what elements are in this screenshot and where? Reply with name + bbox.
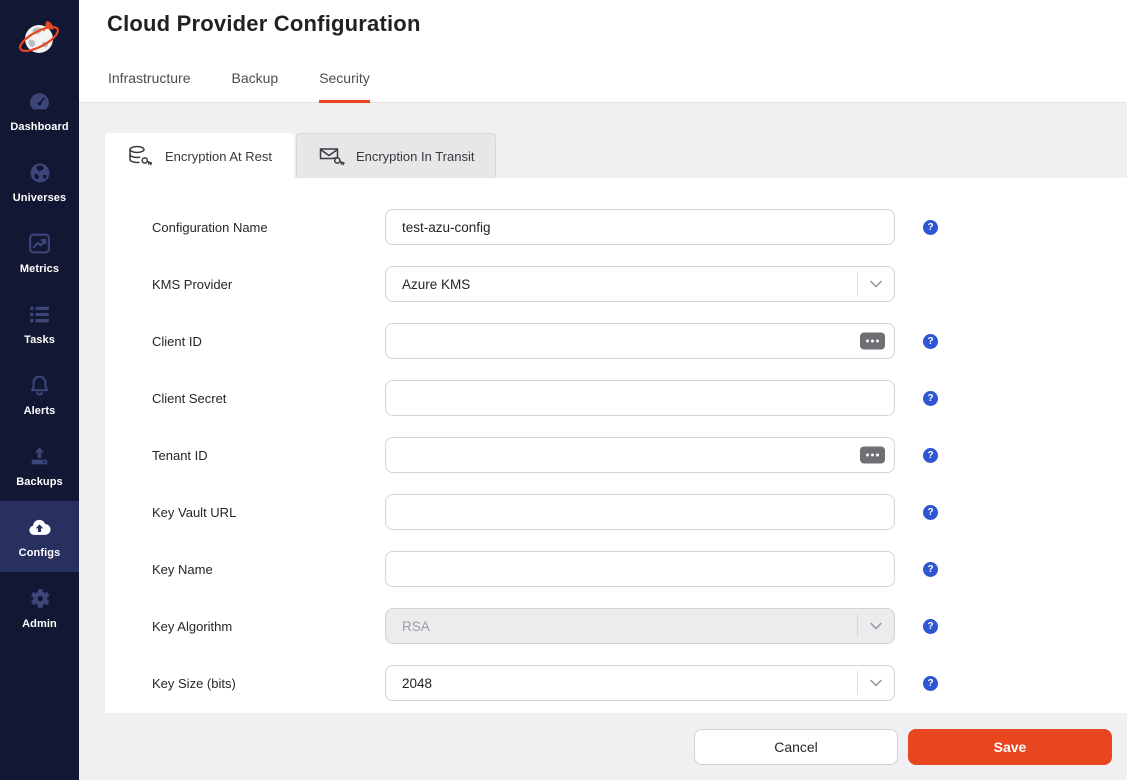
- subtab-encryption-at-rest[interactable]: Encryption At Rest: [105, 133, 294, 178]
- page-header: Cloud Provider Configuration Infrastruct…: [79, 0, 1127, 103]
- credentials-autofill-icon[interactable]: [860, 333, 885, 350]
- sidebar-item-configs[interactable]: Configs: [0, 501, 79, 572]
- form-footer: Cancel Save: [79, 713, 1127, 780]
- dashboard-gauge-icon: [27, 89, 52, 115]
- key-size-value: 2048: [402, 676, 857, 691]
- help-icon[interactable]: ?: [923, 220, 938, 235]
- key-algorithm-select: RSA: [385, 608, 895, 644]
- subtab-label: Encryption At Rest: [165, 149, 272, 164]
- field-label: Key Size (bits): [152, 676, 385, 691]
- page-title: Cloud Provider Configuration: [107, 11, 421, 37]
- alerts-bell-icon: [27, 373, 52, 399]
- chevron-down-icon: [858, 280, 894, 288]
- content-area: Encryption At Rest Encryption In Transit…: [79, 103, 1127, 713]
- kms-provider-select[interactable]: Azure KMS: [385, 266, 895, 302]
- sidebar-item-universes[interactable]: Universes: [0, 146, 79, 217]
- backups-upload-icon: [27, 444, 52, 470]
- universes-globe-icon: [28, 160, 52, 186]
- sidebar-item-label: Dashboard: [10, 121, 68, 133]
- sidebar-item-label: Tasks: [24, 334, 55, 346]
- sidebar-item-label: Universes: [13, 192, 67, 204]
- form-row-key-name: Key Name ?: [152, 551, 1127, 587]
- help-icon[interactable]: ?: [923, 562, 938, 577]
- sidebar-item-alerts[interactable]: Alerts: [0, 359, 79, 430]
- form-row-configuration-name: Configuration Name ?: [152, 209, 1127, 245]
- tab-backup[interactable]: Backup: [231, 70, 278, 103]
- metrics-chart-icon: [27, 231, 52, 257]
- subtab-label: Encryption In Transit: [356, 149, 475, 164]
- key-algorithm-value: RSA: [402, 619, 857, 634]
- field-label: Configuration Name: [152, 220, 385, 235]
- tab-infrastructure[interactable]: Infrastructure: [108, 70, 190, 103]
- sidebar-item-label: Alerts: [24, 405, 56, 417]
- chevron-down-icon: [858, 679, 894, 687]
- sidebar-item-label: Admin: [22, 618, 57, 630]
- help-icon[interactable]: ?: [923, 619, 938, 634]
- tenant-id-input[interactable]: [385, 437, 895, 473]
- help-icon[interactable]: ?: [923, 391, 938, 406]
- field-label: Client Secret: [152, 391, 385, 406]
- database-key-icon: [127, 144, 155, 168]
- key-name-input[interactable]: [385, 551, 895, 587]
- configuration-name-input[interactable]: [385, 209, 895, 245]
- field-label: Key Vault URL: [152, 505, 385, 520]
- credentials-autofill-icon[interactable]: [860, 447, 885, 464]
- sidebar-item-dashboard[interactable]: Dashboard: [0, 75, 79, 146]
- tab-security[interactable]: Security: [319, 70, 370, 103]
- form-row-client-id: Client ID ?: [152, 323, 1127, 359]
- save-button[interactable]: Save: [908, 729, 1112, 765]
- form-row-kms-provider: KMS Provider Azure KMS: [152, 266, 1127, 302]
- field-label: KMS Provider: [152, 277, 385, 292]
- help-icon[interactable]: ?: [923, 505, 938, 520]
- form-row-tenant-id: Tenant ID ?: [152, 437, 1127, 473]
- sidebar-item-backups[interactable]: Backups: [0, 430, 79, 501]
- configs-cloud-icon: [26, 515, 53, 541]
- help-icon[interactable]: ?: [923, 448, 938, 463]
- form-row-key-size: Key Size (bits) 2048 ?: [152, 665, 1127, 701]
- form-row-client-secret: Client Secret ?: [152, 380, 1127, 416]
- chevron-down-icon: [858, 622, 894, 630]
- sidebar-item-label: Metrics: [20, 263, 59, 275]
- encryption-at-rest-panel: Configuration Name ? KMS Provider Azure …: [105, 178, 1127, 713]
- sidebar-item-label: Configs: [19, 547, 61, 559]
- main-area: Cloud Provider Configuration Infrastruct…: [79, 0, 1127, 780]
- field-label: Key Algorithm: [152, 619, 385, 634]
- envelope-key-icon: [318, 144, 346, 168]
- kms-provider-value: Azure KMS: [402, 277, 857, 292]
- sidebar-item-tasks[interactable]: Tasks: [0, 288, 79, 359]
- admin-gear-icon: [27, 586, 52, 612]
- key-size-select[interactable]: 2048: [385, 665, 895, 701]
- sidebar-item-label: Backups: [16, 476, 63, 488]
- help-icon[interactable]: ?: [923, 334, 938, 349]
- encryption-subtabs: Encryption At Rest Encryption In Transit: [105, 133, 1127, 178]
- field-label: Tenant ID: [152, 448, 385, 463]
- field-label: Client ID: [152, 334, 385, 349]
- yugabyte-logo[interactable]: [0, 0, 79, 75]
- sidebar-item-admin[interactable]: Admin: [0, 572, 79, 643]
- cancel-button[interactable]: Cancel: [694, 729, 898, 765]
- help-icon[interactable]: ?: [923, 676, 938, 691]
- subtab-encryption-in-transit[interactable]: Encryption In Transit: [296, 133, 497, 178]
- field-label: Key Name: [152, 562, 385, 577]
- sidebar: Dashboard Universes Metrics Tasks Alerts…: [0, 0, 79, 780]
- help-spacer: [923, 277, 938, 292]
- key-vault-url-input[interactable]: [385, 494, 895, 530]
- top-tabs: Infrastructure Backup Security: [108, 70, 370, 103]
- tasks-list-icon: [27, 302, 52, 328]
- form-row-key-vault-url: Key Vault URL ?: [152, 494, 1127, 530]
- client-secret-input[interactable]: [385, 380, 895, 416]
- client-id-input[interactable]: [385, 323, 895, 359]
- form-row-key-algorithm: Key Algorithm RSA ?: [152, 608, 1127, 644]
- planet-rocket-logo-icon: [16, 14, 64, 62]
- sidebar-item-metrics[interactable]: Metrics: [0, 217, 79, 288]
